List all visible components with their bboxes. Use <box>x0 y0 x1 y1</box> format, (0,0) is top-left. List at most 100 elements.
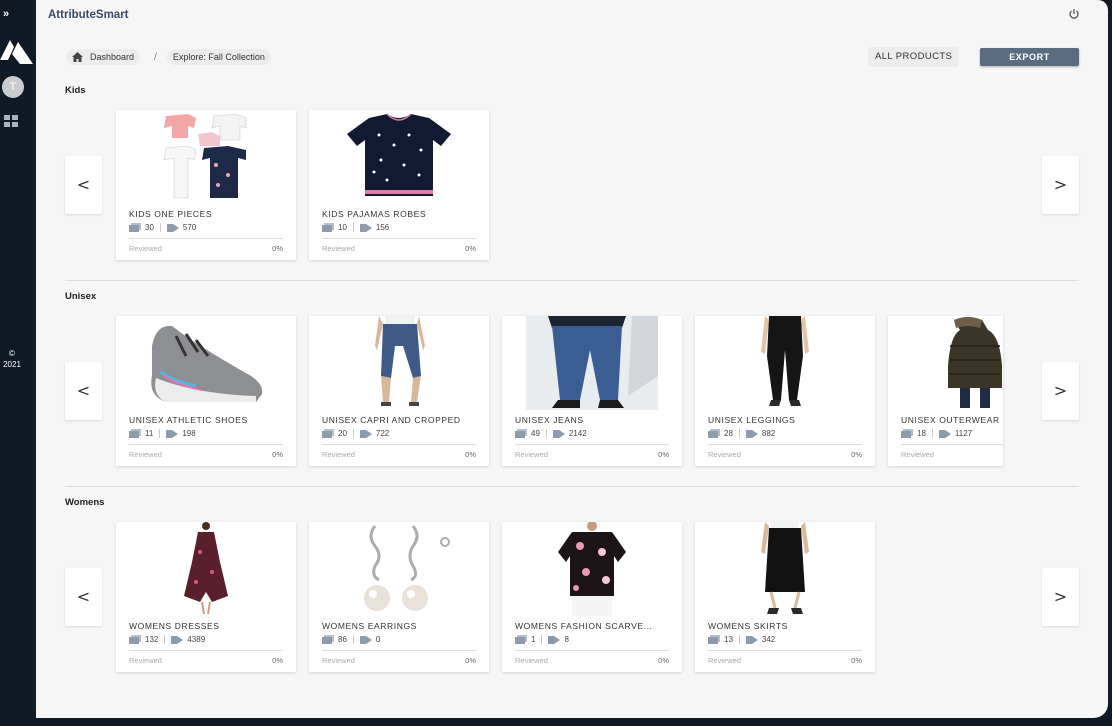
tag-icon <box>745 430 758 438</box>
card-stats: 30 570 <box>129 223 196 232</box>
images-icon <box>129 223 141 232</box>
tag-icon <box>552 430 565 438</box>
images-icon <box>515 429 527 438</box>
card-stats: 132 4389 <box>129 635 205 644</box>
category-card[interactable]: WOMENS SKIRTS 13 342 Reviewed 0% <box>695 522 875 672</box>
card-stats: 1 8 <box>515 635 569 644</box>
category-card[interactable]: UNISEX LEGGINGS 28 882 Reviewed 0% <box>695 316 875 466</box>
review-progress-bar <box>901 444 1003 445</box>
tag-icon <box>548 636 561 644</box>
review-progress-bar <box>515 650 669 651</box>
app-window: » T © 2021 AttributeSmart Dashboard / Ex… <box>0 0 1112 718</box>
card-title: WOMENS SKIRTS <box>708 621 788 631</box>
review-progress-bar <box>129 444 283 445</box>
product-image <box>364 525 450 611</box>
avatar[interactable]: T <box>2 76 24 98</box>
reviewed-label: Reviewed <box>129 450 162 459</box>
reviewed-percent: 0% <box>465 450 476 459</box>
card-title: UNISEX LEGGINGS <box>708 415 796 425</box>
card-title: WOMENS FASHION SCARVE... <box>515 621 653 631</box>
topbar: AttributeSmart <box>36 0 1108 32</box>
images-icon <box>129 429 141 438</box>
reviewed-label: Reviewed <box>901 450 934 459</box>
images-icon <box>322 223 334 232</box>
card-title: KIDS PAJAMAS ROBES <box>322 209 427 219</box>
category-card[interactable]: WOMENS DRESSES 132 4389 Reviewed 0% <box>116 522 296 672</box>
card-title: UNISEX ATHLETIC SHOES <box>129 415 248 425</box>
product-image <box>184 522 228 615</box>
logo-icon[interactable] <box>0 34 34 66</box>
product-image <box>151 325 263 402</box>
tag-icon <box>359 636 372 644</box>
product-image <box>948 317 1002 408</box>
reviewed-percent: 0% <box>851 656 862 665</box>
tag-icon <box>166 430 179 438</box>
product-image <box>761 316 809 406</box>
images-icon <box>322 635 334 644</box>
tag-icon <box>166 224 179 232</box>
category-card[interactable]: UNISEX JEANS 49 2142 Reviewed 0% <box>502 316 682 466</box>
power-icon[interactable] <box>1068 8 1080 20</box>
images-icon <box>708 635 720 644</box>
category-card[interactable]: KIDS PAJAMAS ROBES 10 156 Reviewed 0% <box>309 110 489 260</box>
reviewed-percent: 0% <box>658 656 669 665</box>
card-title: WOMENS DRESSES <box>129 621 220 631</box>
card-stats: 18 1127 <box>901 429 972 438</box>
card-title: WOMENS EARRINGS <box>322 621 417 631</box>
womens-next-button[interactable]: > <box>1042 568 1079 626</box>
reviewed-label: Reviewed <box>515 450 548 459</box>
section-title: Kids <box>65 85 86 96</box>
card-stats: 28 882 <box>708 429 775 438</box>
review-progress-bar <box>708 444 862 445</box>
review-progress-bar <box>322 238 476 239</box>
category-card[interactable]: UNISEX OUTERWEAR 18 1127 Reviewed <box>888 316 1003 466</box>
tag-icon <box>171 636 184 644</box>
product-image <box>526 316 658 410</box>
kids-prev-button[interactable]: < <box>65 156 102 214</box>
womens-prev-button[interactable]: < <box>65 568 102 626</box>
category-card[interactable]: UNISEX CAPRI AND CROPPED 20 722 Reviewed… <box>309 316 489 466</box>
all-products-button[interactable]: ALL PRODUCTS <box>868 47 960 67</box>
tag-icon <box>359 430 372 438</box>
review-progress-bar <box>322 444 476 445</box>
product-image <box>558 522 626 616</box>
category-card[interactable]: WOMENS EARRINGS 86 0 Reviewed 0% <box>309 522 489 672</box>
category-card[interactable]: UNISEX ATHLETIC SHOES 11 198 Reviewed 0% <box>116 316 296 466</box>
product-image <box>347 113 451 196</box>
section-kids: Kids <box>65 85 1079 96</box>
review-progress-bar <box>515 444 669 445</box>
section-title: Womens <box>65 497 105 508</box>
category-card[interactable]: WOMENS FASHION SCARVE... 1 8 Reviewed 0% <box>502 522 682 672</box>
sidebar: » T © 2021 <box>0 0 36 718</box>
reviewed-percent: 0% <box>465 244 476 253</box>
review-progress-bar <box>129 238 283 239</box>
tag-icon <box>359 224 372 232</box>
expand-sidebar-icon[interactable]: » <box>3 8 9 20</box>
breadcrumb: Dashboard / Explore: Fall Collection <box>66 49 271 65</box>
card-stats: 10 156 <box>322 223 389 232</box>
card-stats: 49 2142 <box>515 429 587 438</box>
product-image <box>761 522 809 614</box>
breadcrumb-dashboard[interactable]: Dashboard <box>66 49 141 65</box>
unisex-prev-button[interactable]: < <box>65 362 102 420</box>
section-divider <box>65 280 1079 281</box>
reviewed-percent: 0% <box>272 244 283 253</box>
kids-next-button[interactable]: > <box>1042 156 1079 214</box>
tag-icon <box>745 636 758 644</box>
review-progress-bar <box>708 650 862 651</box>
reviewed-percent: 0% <box>851 450 862 459</box>
images-icon <box>515 635 527 644</box>
reviewed-label: Reviewed <box>322 450 355 459</box>
export-button[interactable]: EXPORT <box>980 48 1079 66</box>
unisex-next-button[interactable]: > <box>1042 362 1079 420</box>
card-stats: 13 342 <box>708 635 775 644</box>
card-stats: 11 198 <box>129 429 196 438</box>
copyright: © 2021 <box>3 349 21 369</box>
dashboard-grid-icon[interactable] <box>4 115 18 127</box>
images-icon <box>129 635 141 644</box>
category-card[interactable]: KIDS ONE PIECES 30 570 Reviewed 0% <box>116 110 296 260</box>
reviewed-label: Reviewed <box>515 656 548 665</box>
product-image <box>375 316 425 406</box>
reviewed-percent: 0% <box>465 656 476 665</box>
tag-icon <box>938 430 951 438</box>
